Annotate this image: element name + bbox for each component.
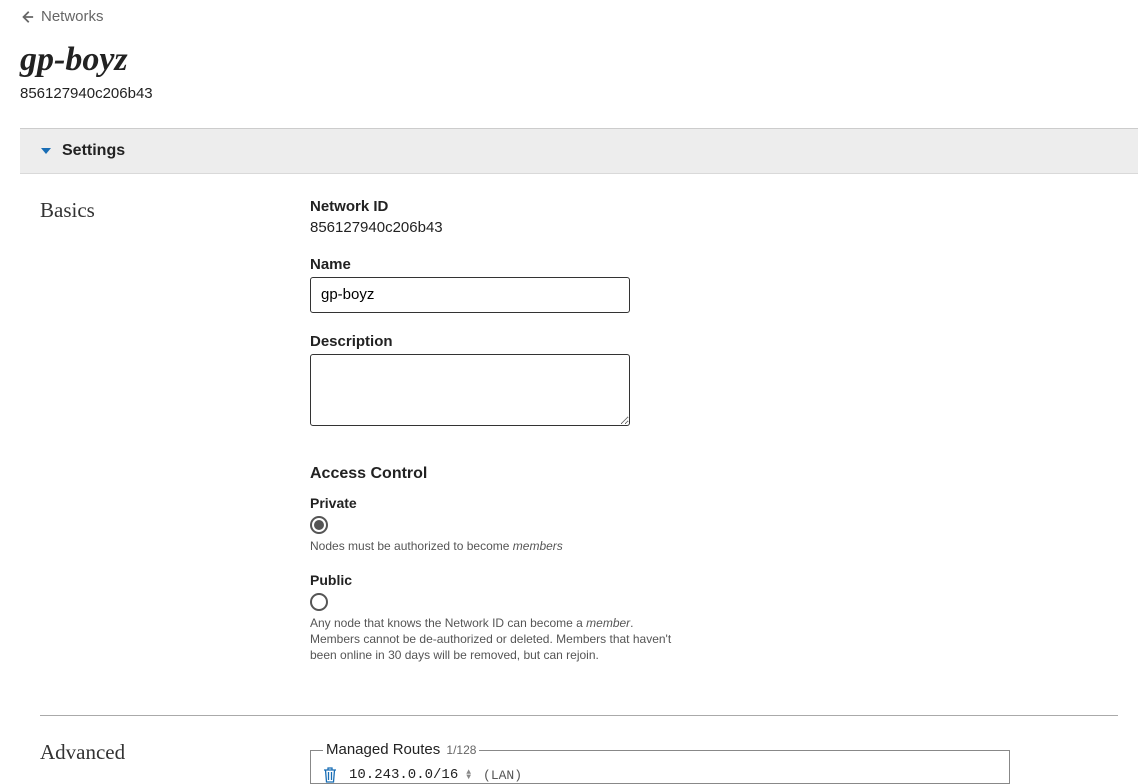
public-help-text: Any node that knows the Network ID can b… — [310, 615, 680, 664]
section-title-basics: Basics — [40, 198, 270, 682]
route-destination[interactable]: 10.243.0.0/16 ▲▼ — [349, 767, 471, 783]
network-id-value: 856127940c206b43 — [310, 219, 1118, 236]
route-via-label: (LAN) — [483, 768, 522, 783]
private-radio[interactable] — [310, 516, 328, 534]
chevron-down-icon — [40, 145, 52, 157]
public-radio[interactable] — [310, 593, 328, 611]
radio-selected-icon — [314, 520, 324, 530]
panel-title: Settings — [62, 142, 125, 160]
network-id-label: Network ID — [310, 198, 1118, 215]
description-textarea[interactable] — [310, 354, 630, 426]
page-subtitle-network-id: 856127940c206b43 — [20, 85, 1118, 102]
stepper-icon[interactable]: ▲▼ — [466, 770, 471, 780]
managed-routes-count: 1/128 — [446, 743, 476, 757]
description-label: Description — [310, 333, 1118, 350]
route-row: 10.243.0.0/16 ▲▼ (LAN) — [323, 767, 997, 783]
arrow-left-icon — [20, 10, 34, 24]
public-label: Public — [310, 572, 1118, 588]
name-label: Name — [310, 256, 1118, 273]
managed-routes-legend: Managed Routes 1/128 — [323, 741, 479, 758]
name-input[interactable] — [310, 277, 630, 313]
back-to-networks-link[interactable]: Networks — [20, 8, 104, 25]
settings-panel-toggle[interactable]: Settings — [20, 129, 1138, 174]
access-control-heading: Access Control — [310, 465, 1118, 483]
delete-route-button[interactable] — [323, 767, 337, 783]
section-title-advanced: Advanced — [40, 740, 270, 784]
page-title: gp-boyz — [20, 41, 1118, 79]
managed-routes-fieldset: Managed Routes 1/128 10.243.0.0/16 ▲▼ — [310, 750, 1010, 784]
private-label: Private — [310, 495, 1118, 511]
breadcrumb-label: Networks — [41, 8, 104, 25]
trash-icon — [323, 767, 337, 783]
private-help-text: Nodes must be authorized to become membe… — [310, 538, 680, 554]
